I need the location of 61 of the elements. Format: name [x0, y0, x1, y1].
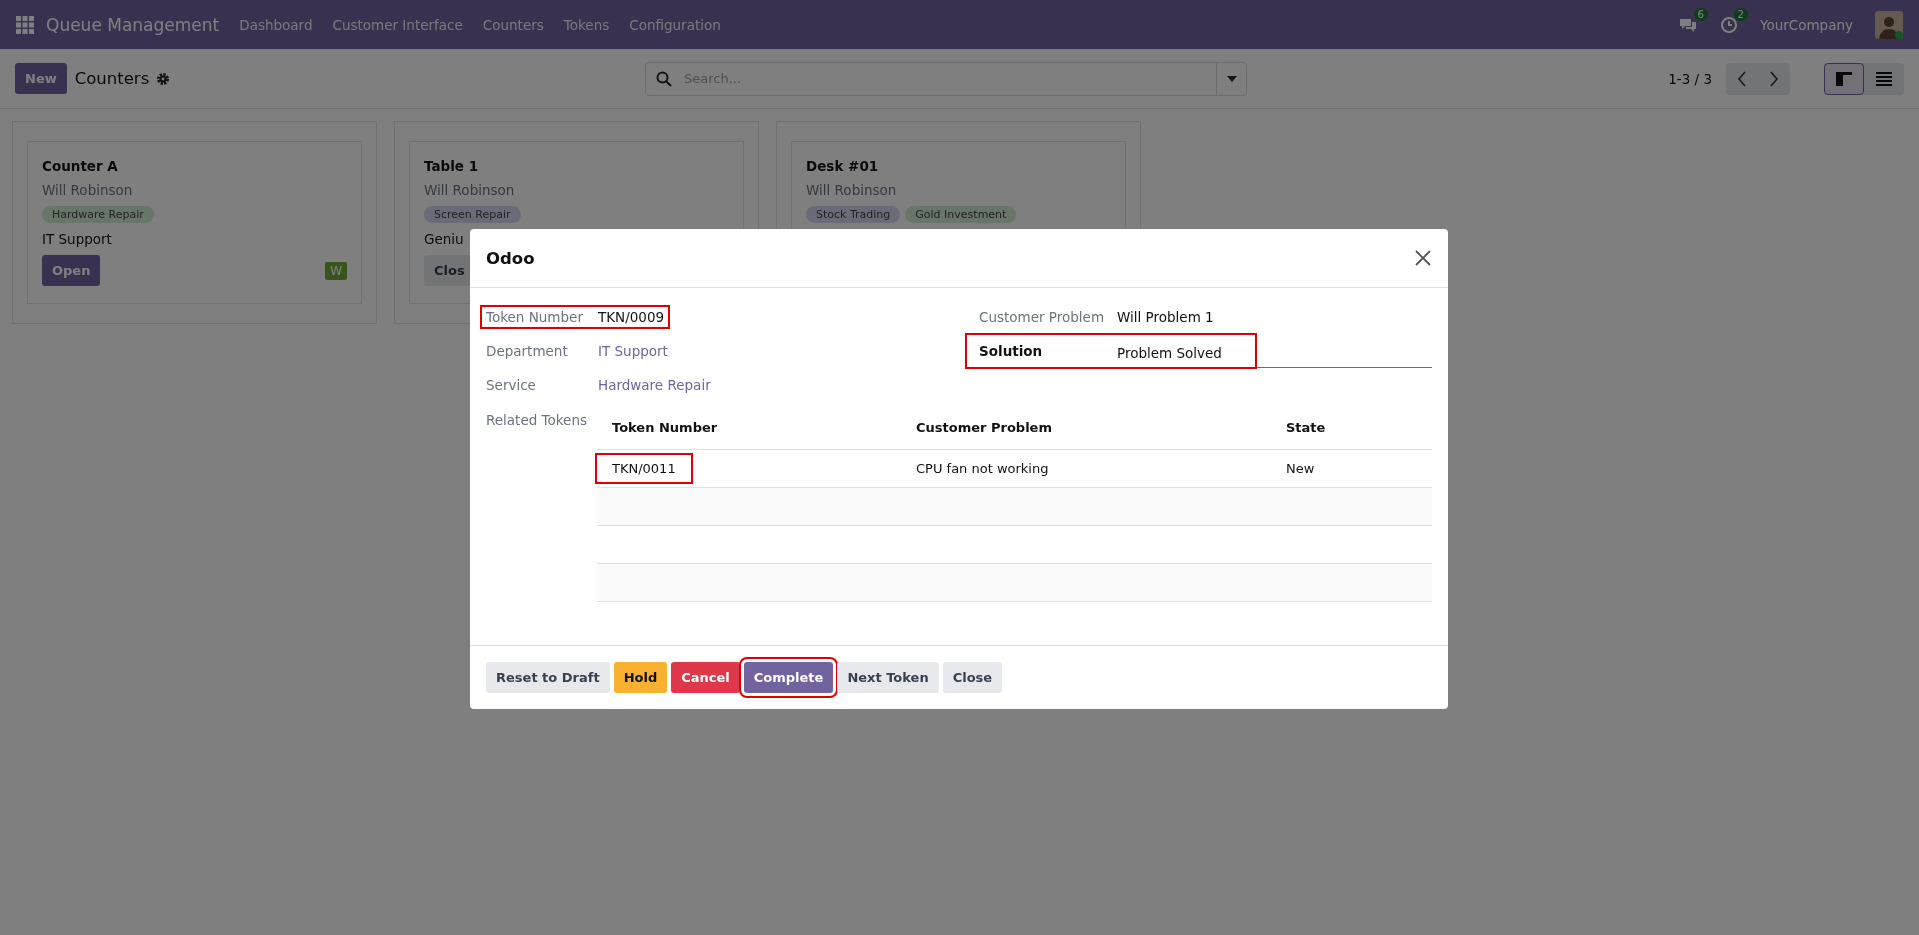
new-button[interactable]: New: [15, 63, 67, 94]
user-name: Will Robinson: [424, 182, 516, 198]
previous-icon[interactable]: [1737, 70, 1747, 87]
field-value: Will Problem 1: [1117, 309, 1214, 325]
list-view-icon[interactable]: [1876, 71, 1892, 86]
menu-item[interactable]: Counters: [482, 16, 544, 33]
dialog-button[interactable]: Close: [942, 662, 1003, 693]
field-link[interactable]: IT Support: [598, 343, 668, 359]
counter-name: Table 1: [424, 158, 480, 174]
dialog-title: Odoo: [486, 248, 535, 268]
tag: Gold Investment: [905, 206, 1017, 223]
menu-item[interactable]: Customer Interface: [332, 16, 463, 33]
caret-icon[interactable]: [1226, 75, 1237, 82]
page-title: Counters: [74, 69, 150, 88]
column-header: Token Number: [611, 420, 719, 435]
table-cell: TKN/0011: [597, 455, 691, 482]
department-name: Geniu: [424, 231, 465, 247]
table-cell-text: CPU fan not working: [915, 461, 1050, 476]
kanban-view-icon[interactable]: [1836, 70, 1852, 87]
column-header: Customer Problem: [915, 420, 1053, 435]
field-link[interactable]: Hardware Repair: [598, 377, 711, 393]
avatar-icon[interactable]: [1875, 10, 1903, 39]
tag: Screen Repair: [424, 206, 521, 223]
field-label: Solution: [979, 342, 1044, 359]
activity-count: 2: [1733, 7, 1748, 21]
counter-name: Desk #01: [806, 158, 880, 174]
menu-item[interactable]: Configuration: [629, 16, 721, 33]
close-icon[interactable]: [1414, 249, 1432, 267]
field-label: Department: [486, 343, 569, 359]
kanban-card[interactable]: Counter A Will Robinson Hardware Repair IT Support Open W: [27, 141, 362, 304]
counter-name: Counter A: [42, 158, 119, 174]
field-label: Token Number: [486, 309, 584, 325]
dialog-button[interactable]: Next Token: [837, 662, 939, 693]
field-label: Customer Problem: [979, 309, 1106, 325]
dialog-button[interactable]: Reset to Draft: [486, 662, 610, 693]
field-label: Service: [486, 377, 537, 393]
user-name: Will Robinson: [42, 182, 134, 198]
apps-menu-icon[interactable]: [16, 15, 34, 34]
solution-input[interactable]: Problem Solved: [1117, 340, 1247, 361]
dialog-button[interactable]: Hold: [613, 662, 668, 693]
company-name[interactable]: YourCompany: [1759, 16, 1853, 33]
next-icon[interactable]: [1769, 70, 1779, 87]
message-count: 6: [1693, 7, 1708, 21]
menu-item[interactable]: Tokens: [563, 16, 610, 33]
department-name: IT Support: [42, 231, 113, 247]
clock-icon[interactable]: [1719, 15, 1738, 34]
table-cell-text: New: [1285, 461, 1316, 476]
settings-icon[interactable]: [156, 71, 171, 86]
user-initial: W: [325, 261, 347, 280]
pager-value: 1-3 / 3: [1668, 70, 1712, 87]
field-label: Related Tokens: [486, 411, 588, 430]
search-icon: [656, 70, 672, 87]
tag: Stock Trading: [806, 206, 901, 223]
user-name: Will Robinson: [806, 182, 898, 198]
dialog-button[interactable]: Cancel: [671, 662, 740, 693]
column-header: State: [1285, 420, 1327, 435]
menu-item[interactable]: Dashboard: [239, 16, 313, 33]
app-name[interactable]: Queue Management: [46, 14, 220, 35]
card-button[interactable]: Open: [42, 255, 101, 286]
tag: Hardware Repair: [42, 206, 154, 223]
field-value: TKN/0009: [598, 309, 665, 325]
